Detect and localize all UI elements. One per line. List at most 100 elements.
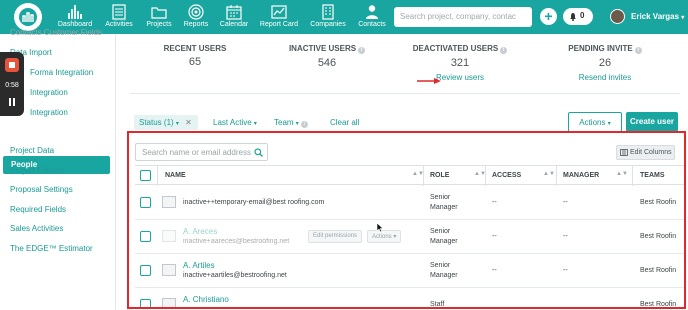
table-row[interactable]: A. Areces inactive+aareces@bestroofing.n… (135, 220, 684, 254)
sidebar-item-integration-2[interactable]: Integration (30, 108, 68, 117)
stop-recording-button[interactable] (5, 58, 19, 72)
chevron-down-icon: ▾ (607, 121, 611, 127)
table-row[interactable]: A. Christiano Staff Best Roofin (135, 288, 684, 308)
avatar (162, 264, 176, 276)
user-role: Staff (430, 301, 445, 308)
sidebar-item-project-data[interactable]: Project Data (10, 146, 54, 155)
user-email: inactive++temporary-email@best roofing.c… (183, 199, 325, 206)
nav-activities[interactable]: Activities (102, 4, 136, 32)
stat-label: INACTIVE USERS (288, 44, 357, 53)
top-nav-bar: Dashboard Activities Projects Reports Ca… (0, 0, 688, 34)
plus-icon: + (544, 8, 553, 24)
nav-label: Report Card (259, 21, 299, 28)
resend-invites-link[interactable]: Resend invites (545, 73, 665, 82)
stat-label: PENDING INVITE (568, 44, 633, 53)
nav-report-card[interactable]: Report Card (258, 4, 300, 32)
sort-icon[interactable]: ▲▼ (543, 171, 555, 177)
nav-companies[interactable]: Companies (308, 4, 348, 32)
column-divider (485, 166, 486, 186)
row-checkbox[interactable] (140, 197, 151, 208)
create-user-button[interactable]: Create user (626, 112, 678, 132)
notifications-button[interactable]: 0 (563, 8, 593, 25)
avatar (162, 298, 176, 307)
mouse-cursor-icon (376, 222, 384, 233)
user-team: Best Roofin (640, 233, 677, 240)
user-name-link[interactable]: A. Artiles (183, 261, 215, 270)
column-header-access[interactable]: ACCESS (492, 172, 521, 179)
role-line: Senior (430, 262, 451, 269)
folder-icon (151, 7, 167, 19)
row-checkbox[interactable] (140, 231, 151, 242)
sidebar-item-edge-estimator[interactable]: The EDGE™ Estimator (10, 244, 93, 253)
nav-reports[interactable]: Reports (181, 4, 211, 32)
sidebar-item-project-folders[interactable]: Project Folders (10, 166, 64, 175)
row-checkbox[interactable] (140, 265, 151, 276)
chevron-down-icon: ▾ (681, 15, 685, 21)
status-filter-chip[interactable]: Status (1) ▾ ✕ (134, 115, 198, 130)
column-header-role[interactable]: ROLE (430, 172, 449, 179)
column-header-name[interactable]: NAME (165, 172, 186, 179)
stat-recent-users: RECENT USERS 65 (135, 44, 255, 68)
info-icon[interactable]: i (634, 47, 642, 54)
info-icon[interactable]: i (500, 47, 508, 54)
info-icon[interactable]: i (358, 47, 366, 54)
row-actions-button[interactable]: Actions ▾ (367, 230, 402, 243)
nav-projects[interactable]: Projects (144, 4, 174, 32)
calendar-icon (226, 5, 242, 20)
row-checkbox[interactable] (140, 299, 151, 307)
sidebar-item-integration-1[interactable]: Integration (30, 88, 68, 97)
sidebar-item-forma-integration[interactable]: Forma Integration (30, 68, 93, 77)
user-menu[interactable]: Erick Vargas ▾ (631, 12, 684, 21)
column-header-manager[interactable]: MANAGER (563, 172, 599, 179)
table-row[interactable]: inactive++temporary-email@best roofing.c… (135, 186, 684, 220)
app-logo[interactable] (14, 3, 42, 31)
global-search-input[interactable]: Search project, company, contac (394, 7, 532, 27)
column-divider (157, 166, 158, 186)
user-name-link[interactable]: A. Areces (183, 227, 217, 236)
avatar (162, 230, 176, 242)
table-row[interactable]: A. Artiles inactive+aartiles@bestroofing… (135, 254, 684, 288)
bell-icon (570, 13, 576, 21)
select-all-checkbox[interactable] (140, 170, 151, 181)
close-icon[interactable]: ✕ (185, 118, 192, 127)
role-line: Manager (430, 272, 458, 279)
sidebar-item-proposal-settings[interactable]: Proposal Settings (10, 185, 73, 194)
avatar (162, 196, 176, 208)
nav-label: Dashboard (57, 21, 93, 28)
nav-label: Projects (146, 21, 172, 28)
clear-all-link[interactable]: Clear all (330, 118, 359, 127)
role-line: Senior (430, 194, 451, 201)
stat-inactive-users: INACTIVE USERS i 546 (267, 44, 387, 69)
person-icon (366, 5, 378, 19)
edit-permissions-button[interactable]: Edit permissions (308, 230, 363, 243)
stat-value: 65 (188, 56, 202, 68)
info-icon[interactable]: i (301, 121, 309, 128)
avatar[interactable] (610, 9, 625, 24)
nav-calendar[interactable]: Calendar (218, 4, 250, 32)
role-line: Manager (430, 204, 458, 211)
team-filter[interactable]: Team ▾ i (274, 118, 309, 128)
bulk-actions-button[interactable]: Actions ▾ (568, 112, 622, 132)
chevron-down-icon: ▾ (175, 121, 179, 127)
edit-columns-button[interactable]: Edit Columns (616, 145, 675, 160)
add-button[interactable]: + (540, 8, 557, 25)
user-role: Senior Manager (430, 261, 458, 281)
search-icon[interactable] (254, 148, 263, 157)
column-divider (556, 166, 557, 186)
column-header-teams[interactable]: TEAMS (640, 172, 665, 179)
user-manager: -- (563, 233, 568, 240)
last-active-filter[interactable]: Last Active ▾ (213, 118, 257, 127)
users-table-panel: Search name or email address Edit Column… (127, 131, 686, 309)
table-search-input[interactable]: Search name or email address (135, 143, 268, 161)
nav-contacts[interactable]: Contacts (356, 4, 388, 32)
button-label: Actions (579, 118, 606, 127)
sidebar-item-required-fields[interactable]: Required Fields (10, 205, 66, 214)
user-name-link[interactable]: A. Christiano (183, 295, 229, 304)
sidebar-item-sales-activities[interactable]: Sales Activities (10, 224, 63, 233)
user-stats-panel: RECENT USERS 65 INACTIVE USERS i 546 DEAC… (130, 38, 680, 94)
search-placeholder: Search name or email address (142, 148, 251, 157)
nav-label: Reports (183, 21, 209, 28)
pause-icon[interactable] (8, 98, 16, 106)
sort-icon[interactable]: ▲▼ (616, 171, 628, 177)
sidebar-item-contacts-customer-fields[interactable]: Contacts Customer Fields (10, 28, 102, 37)
